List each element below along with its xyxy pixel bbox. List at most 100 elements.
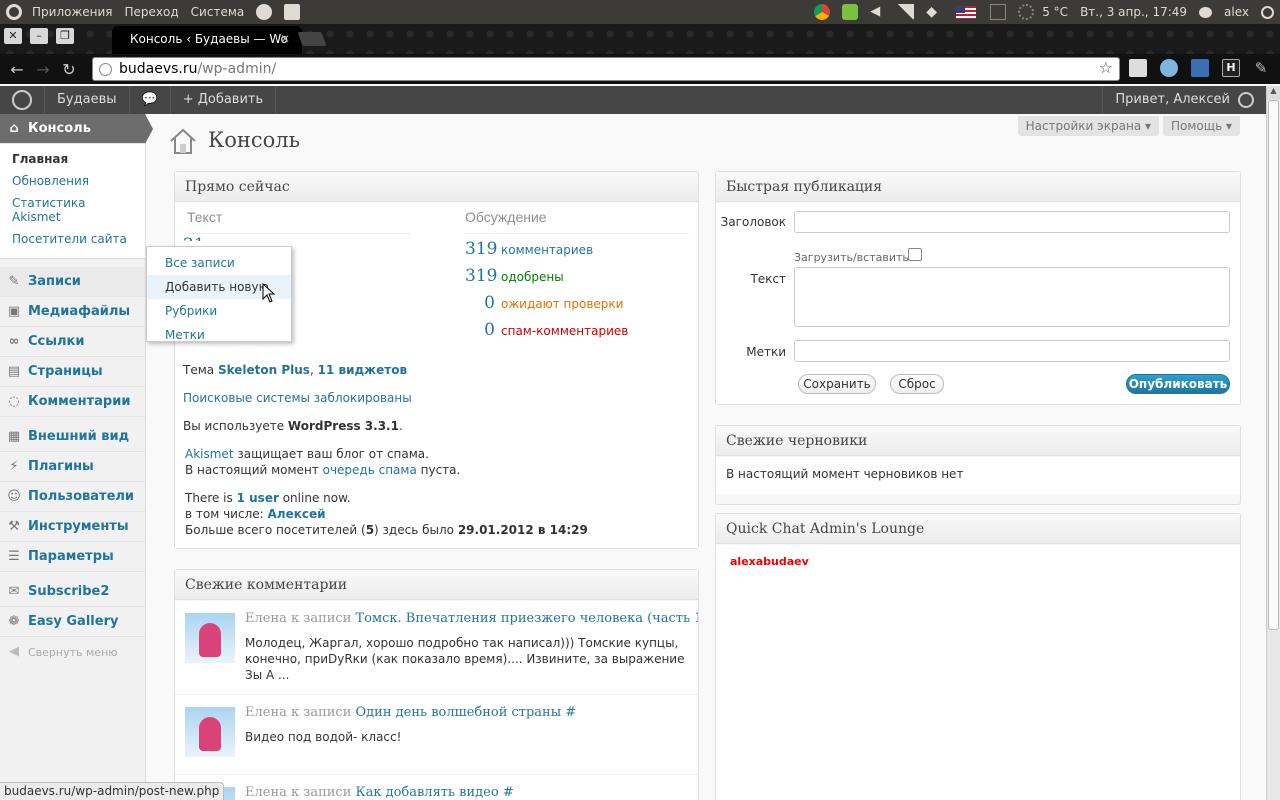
submenu-home[interactable]: Главная: [0, 148, 145, 170]
wrench-icon[interactable]: ✎: [1252, 59, 1270, 77]
adminbar-account[interactable]: Привет, Алексей: [1102, 86, 1266, 114]
pages-icon: ▤: [7, 363, 21, 379]
reset-button[interactable]: Сброс: [890, 374, 944, 394]
akismet-link[interactable]: Akismet: [185, 447, 234, 461]
help-button[interactable]: Помощь ▾: [1163, 116, 1240, 136]
save-draft-button[interactable]: Сохранить: [798, 374, 876, 394]
right-now-title[interactable]: Прямо сейчас: [175, 172, 698, 202]
online-user-link[interactable]: Алексей: [268, 507, 326, 521]
menu-comments[interactable]: ◌ Комментарии: [0, 387, 145, 417]
tab-close-icon[interactable]: ✕: [280, 32, 290, 46]
chat-status-icon[interactable]: [1199, 6, 1213, 18]
discussion-row-comments[interactable]: 319 комментариев: [465, 239, 593, 259]
h-extension-icon[interactable]: H: [1222, 59, 1240, 77]
spam-queue-link[interactable]: очередь спама: [323, 463, 417, 477]
widgets-link[interactable]: 11 виджетов: [318, 363, 407, 377]
clock[interactable]: Вт., 3 апр., 17:49: [1074, 5, 1193, 19]
scroll-up-icon[interactable]: ▲: [1267, 86, 1280, 100]
menu-places[interactable]: Переход: [119, 5, 185, 19]
qp-tags-input[interactable]: [794, 340, 1230, 362]
chrome-icon[interactable]: [814, 4, 831, 20]
menu-dashboard[interactable]: ⌂ Консоль: [0, 114, 153, 144]
download-extension-icon[interactable]: [1191, 59, 1209, 77]
publish-button[interactable]: Опубликовать: [1126, 374, 1230, 394]
screen-meta-links: Настройки экрана ▾ Помощь ▾: [1017, 116, 1240, 136]
approved-label: одобрены: [501, 270, 564, 284]
qp-content-textarea[interactable]: [794, 267, 1230, 327]
help-icon[interactable]: [256, 4, 273, 20]
flyout-all-posts[interactable]: Все записи: [147, 251, 291, 275]
comment-post-link[interactable]: Один день волшебной страны #: [356, 705, 577, 720]
menu-tools[interactable]: ⚒ Инструменты: [0, 512, 145, 542]
browser-tab[interactable]: Консоль ‹ Будаевы — Wo ✕: [112, 26, 302, 54]
window-minimize-icon[interactable]: –: [30, 28, 48, 44]
network-icon[interactable]: [898, 4, 915, 20]
menu-pages[interactable]: ▤ Страницы: [0, 357, 145, 387]
discussion-row-approved[interactable]: 319 одобрены: [465, 266, 564, 286]
adminbar-comments-icon[interactable]: 💬: [130, 86, 171, 114]
admin-menu: ⌂ Консоль Главная Обновления Статистика A…: [0, 114, 153, 800]
menu-easy-gallery[interactable]: ❁ Easy Gallery: [0, 607, 145, 637]
bookmark-star-icon[interactable]: ☆: [1099, 58, 1113, 77]
comment-post-link[interactable]: Томск. Впечатления приезжего человека (ч…: [356, 611, 698, 626]
submenu-updates[interactable]: Обновления: [0, 170, 145, 192]
flyout-tags[interactable]: Метки: [147, 323, 291, 347]
search-blocked-text: Поисковые системы заблокированы: [183, 391, 412, 405]
chat-user-name[interactable]: alexabudaev: [730, 555, 809, 568]
quick-press-title[interactable]: Быстрая публикация: [716, 172, 1240, 202]
window-close-icon[interactable]: ✕: [4, 28, 22, 44]
menu-links[interactable]: ∞ Ссылки: [0, 327, 145, 357]
new-tab-button[interactable]: [297, 32, 327, 46]
back-arrow-icon[interactable]: ←: [4, 60, 30, 79]
settings-icon[interactable]: [284, 4, 301, 20]
adminbar-site-name[interactable]: Будаевы: [45, 86, 130, 114]
dropbox-icon[interactable]: ◆: [926, 4, 942, 20]
qp-title-input[interactable]: [794, 211, 1230, 233]
submenu-akismet-stats[interactable]: Статистика Akismet: [0, 192, 145, 228]
reload-icon[interactable]: ↻: [56, 60, 82, 79]
theme-name-link[interactable]: Skeleton Plus: [218, 363, 310, 377]
window-restore-icon[interactable]: ❐: [56, 28, 74, 44]
forward-arrow-icon[interactable]: →: [30, 60, 56, 79]
recent-drafts-title[interactable]: Свежие черновики: [716, 426, 1240, 456]
page-scrollbar[interactable]: ▲: [1266, 86, 1280, 800]
wp-version-info: Вы используете WordPress 3.3.1.: [183, 419, 403, 433]
adminbar-add-new[interactable]: + Добавить: [171, 86, 277, 114]
address-bar[interactable]: budaevs.ru/wp-admin/ ☆: [92, 57, 1120, 81]
keyboard-layout-flag-icon[interactable]: [956, 5, 977, 19]
mail-extension-icon[interactable]: [1129, 59, 1147, 77]
menu-appearance[interactable]: ▦ Внешний вид: [0, 422, 145, 452]
weather-extension-icon[interactable]: [1160, 59, 1178, 77]
submenu-site-visitors[interactable]: Посетители сайта: [0, 228, 145, 250]
power-icon[interactable]: [1261, 5, 1274, 19]
menu-media[interactable]: ▣ Медиафайлы: [0, 297, 145, 327]
menu-applications[interactable]: Приложения: [26, 5, 119, 19]
online-prefix: There is: [185, 491, 233, 505]
scrollbar-thumb[interactable]: [1268, 100, 1279, 630]
menu-posts[interactable]: ✎ Записи: [0, 267, 145, 297]
search-blocked-link[interactable]: Поисковые системы заблокированы: [183, 391, 412, 405]
username[interactable]: alex: [1218, 5, 1255, 19]
menu-users[interactable]: ☺ Пользователи: [0, 482, 145, 512]
volume-icon[interactable]: ◀: [870, 4, 886, 20]
collapse-menu[interactable]: ◀ Свернуть меню: [0, 637, 145, 667]
mail-icon[interactable]: [990, 4, 1007, 20]
online-users-link[interactable]: 1 user: [237, 491, 279, 505]
discussion-row-spam[interactable]: 0 спам-комментариев: [465, 320, 628, 340]
weather-temp[interactable]: 5 °C: [1036, 5, 1074, 19]
discussion-row-pending[interactable]: 0 ожидают проверки: [465, 293, 623, 313]
recent-comments-title[interactable]: Свежие комментарии: [175, 570, 698, 600]
wp-logo-icon[interactable]: [0, 86, 45, 114]
greeting-text: Привет, Алексей: [1115, 92, 1230, 107]
menu-settings[interactable]: ☰ Параметры: [0, 542, 145, 572]
menu-subscribe2[interactable]: ✉ Subscribe2: [0, 577, 145, 607]
screen-options-button[interactable]: Настройки экрана ▾: [1017, 116, 1160, 136]
upload-media-icon[interactable]: [908, 248, 922, 261]
quick-chat-title[interactable]: Quick Chat Admin's Lounge: [716, 514, 1240, 544]
comment-post-link[interactable]: Как добавлять видео #: [356, 785, 514, 800]
ubuntu-logo-icon[interactable]: [6, 4, 22, 20]
check-icon[interactable]: [842, 4, 859, 20]
menu-system[interactable]: Система: [185, 5, 251, 19]
menu-plugins[interactable]: ⚡ Плагины: [0, 452, 145, 482]
settings-icon: ☰: [8, 548, 20, 564]
